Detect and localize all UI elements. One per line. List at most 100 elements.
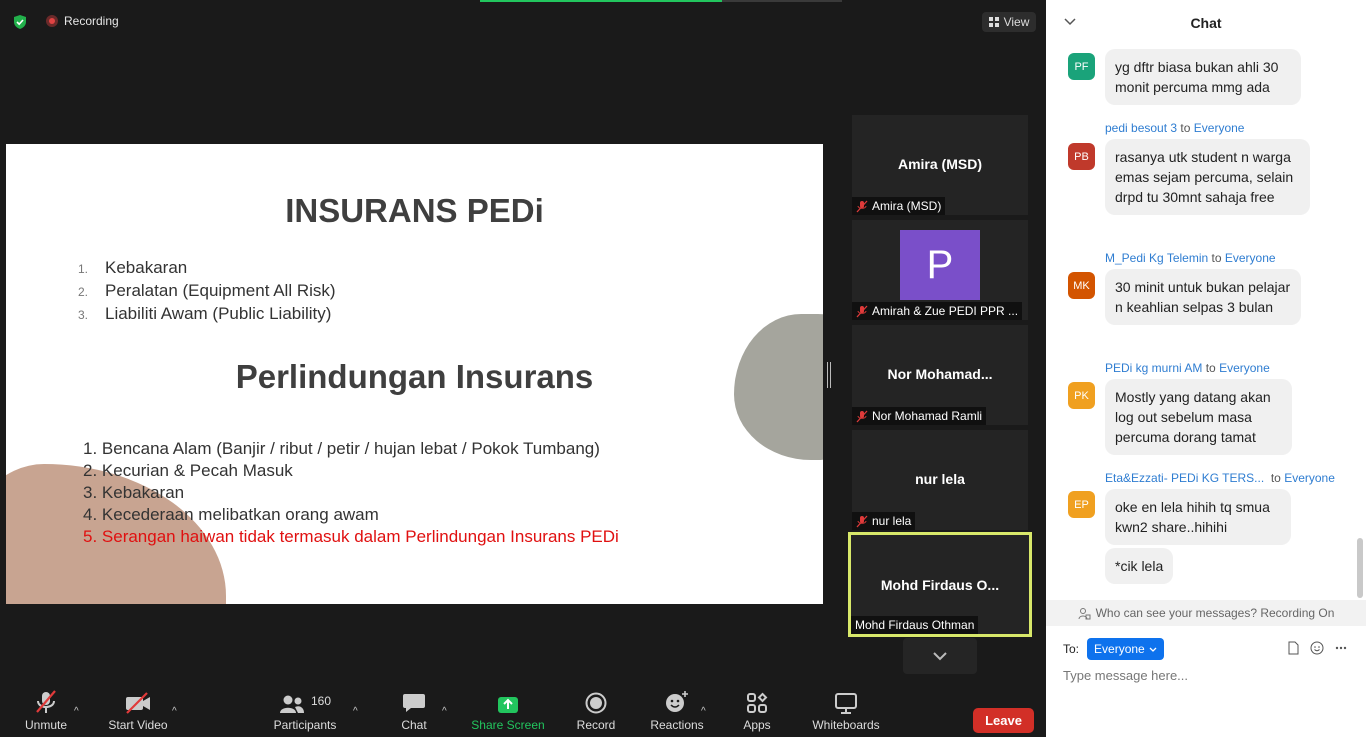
grid-icon [988, 17, 999, 27]
chat-scrollbar[interactable] [1356, 48, 1364, 598]
chat-header: Chat [1046, 0, 1366, 46]
participant-tile[interactable]: P Amirah & Zue PEDI PPR ... [852, 220, 1028, 320]
chevron-down-icon [1149, 647, 1157, 652]
list-item: 3. Liabiliti Awam (Public Liability) [78, 304, 332, 323]
chat-messages[interactable]: PF yg dftr biasa bukan ahli 30 monit per… [1046, 46, 1358, 598]
avatar: PF [1068, 53, 1095, 80]
participants-button[interactable]: 160 Participants [270, 688, 340, 732]
emoji-icon[interactable] [1310, 641, 1324, 655]
mic-muted-icon [856, 515, 868, 527]
participant-label: Amira (MSD) [852, 197, 946, 215]
whiteboards-button[interactable]: Whiteboards [808, 688, 884, 732]
message-bubble[interactable]: 30 minit untuk bukan pelajar n keahlian … [1105, 269, 1301, 325]
message-bubble[interactable]: yg dftr biasa bukan ahli 30 monit percum… [1105, 49, 1301, 105]
message-input[interactable]: Type message here... [1063, 668, 1188, 683]
list-item: 1. Bencana Alam (Banjir / ribut / petir … [83, 439, 600, 458]
audio-options-caret[interactable]: ^ [74, 706, 79, 717]
avatar: MK [1068, 272, 1095, 299]
apps-icon [747, 692, 768, 713]
recording-indicator[interactable]: Recording [46, 14, 119, 28]
reactions-button[interactable]: Reactions [648, 688, 706, 732]
scroll-down-button[interactable] [903, 638, 977, 674]
participant-label: Nor Mohamad Ramli [852, 407, 987, 425]
record-button[interactable]: Record [574, 688, 618, 732]
participant-name: Amira (MSD) [897, 156, 982, 172]
participant-name: Mohd Firdaus O... [880, 577, 1000, 593]
view-button[interactable]: View [982, 12, 1036, 32]
meeting-area: Recording View INSURANS PEDi 1. Kebakaran… [0, 0, 1046, 737]
message-bubble[interactable]: rasanya utk student n warga emas sejam p… [1105, 139, 1310, 215]
chevron-down-icon[interactable] [1064, 18, 1076, 26]
message-bubble[interactable]: oke en lela hihih tq smua kwn2 share..hi… [1105, 489, 1291, 545]
chat-icon [403, 694, 425, 712]
meeting-toolbar: Unmute ^ Start Video ^ 160 Participants … [0, 688, 1046, 737]
insurance-list: 1. Kebakaran 2. Peralatan (Equipment All R… [78, 257, 336, 326]
share-screen-icon [498, 697, 518, 713]
recording-label: Recording [64, 14, 119, 28]
slide-subtitle: Perlindungan Insurans [235, 358, 594, 395]
message-bubble[interactable]: Mostly yang datang akan log out sebelum … [1105, 379, 1292, 455]
chat-tools [1286, 641, 1348, 655]
participant-name: Nor Mohamad... [887, 366, 993, 382]
security-shield-icon[interactable] [12, 14, 28, 30]
reactions-options-caret[interactable]: ^ [701, 706, 706, 717]
view-label: View [1003, 15, 1030, 29]
mic-muted-icon [856, 305, 868, 317]
video-options-caret[interactable]: ^ [172, 706, 177, 717]
apps-button[interactable]: Apps [740, 688, 774, 732]
unmute-button[interactable]: Unmute [22, 688, 70, 732]
avatar: EP [1068, 491, 1095, 518]
mic-muted-icon [856, 410, 868, 422]
mic-muted-icon [856, 200, 868, 212]
video-off-icon [126, 692, 150, 714]
list-item: 2. Peralatan (Equipment All Risk) [78, 281, 336, 300]
file-icon[interactable] [1286, 641, 1300, 655]
message-sender: Eta&Ezzati- PEDi KG TERS... to Everyone [1105, 471, 1335, 485]
share-indicator-bar [480, 0, 842, 2]
record-dot-icon [46, 15, 58, 27]
more-icon[interactable] [1334, 641, 1348, 655]
start-video-button[interactable]: Start Video [106, 688, 170, 732]
share-screen-button[interactable]: Share Screen [470, 688, 546, 732]
participant-count: 160 [310, 694, 332, 708]
active-speaker-tile[interactable]: Mohd Firdaus O... Mohd Firdaus Othman [848, 532, 1032, 637]
participant-tile[interactable]: Amira (MSD) Amira (MSD) [852, 115, 1028, 215]
participant-tile[interactable]: nur lela nur lela [852, 430, 1028, 530]
to-label: To: [1063, 642, 1080, 656]
whiteboard-icon [835, 693, 857, 714]
person-lock-icon [1078, 607, 1091, 619]
exclusion-item: 5. Serangan haiwan tidak termasuk dalam … [83, 527, 619, 546]
participant-tile[interactable]: Nor Mohamad... Nor Mohamad Ramli [852, 325, 1028, 425]
participant-name: nur lela [915, 471, 965, 487]
message-sender: M_Pedi Kg Telemin to Everyone [1105, 251, 1276, 265]
chat-button[interactable]: Chat [396, 688, 432, 732]
chat-panel: Chat PF yg dftr biasa bukan ahli 30 moni… [1046, 0, 1366, 737]
record-icon [585, 692, 607, 714]
shared-slide: INSURANS PEDi 1. Kebakaran 2. Peralatan (E… [6, 144, 823, 604]
participants-options-caret[interactable]: ^ [353, 706, 358, 717]
privacy-notice[interactable]: Who can see your messages? Recording On [1046, 600, 1366, 626]
list-item: 2. Kecurian & Pecah Masuk [83, 461, 293, 480]
message-sender: PEDi kg murni AM to Everyone [1105, 361, 1270, 375]
zoom-window: Recording View INSURANS PEDi 1. Kebakaran… [0, 0, 1366, 737]
avatar: P [900, 230, 980, 300]
protection-list: 1. Bencana Alam (Banjir / ribut / petir … [83, 438, 619, 548]
reactions-icon [666, 691, 688, 712]
chat-title: Chat [1190, 15, 1222, 31]
participant-label: Amirah & Zue PEDI PPR ... [852, 302, 1023, 320]
recipient-dropdown[interactable]: Everyone [1087, 638, 1164, 660]
list-item: 1. Kebakaran [78, 258, 188, 277]
mic-muted-icon [36, 690, 56, 713]
avatar: PB [1068, 143, 1095, 170]
participant-label: nur lela [852, 512, 916, 530]
chat-options-caret[interactable]: ^ [442, 706, 447, 717]
participants-icon [279, 695, 304, 713]
recipient-row: To: Everyone [1063, 638, 1164, 660]
list-item: 4. Kecederaan melibatkan orang awam [83, 505, 379, 524]
list-item: 3. Kebakaran [83, 483, 185, 502]
message-sender: pedi besout 3 to Everyone [1105, 121, 1245, 135]
message-bubble[interactable]: *cik lela [1105, 548, 1174, 584]
resize-handle[interactable] [827, 362, 831, 388]
participant-label: Mohd Firdaus Othman [851, 616, 979, 634]
leave-button[interactable]: Leave [973, 708, 1034, 733]
